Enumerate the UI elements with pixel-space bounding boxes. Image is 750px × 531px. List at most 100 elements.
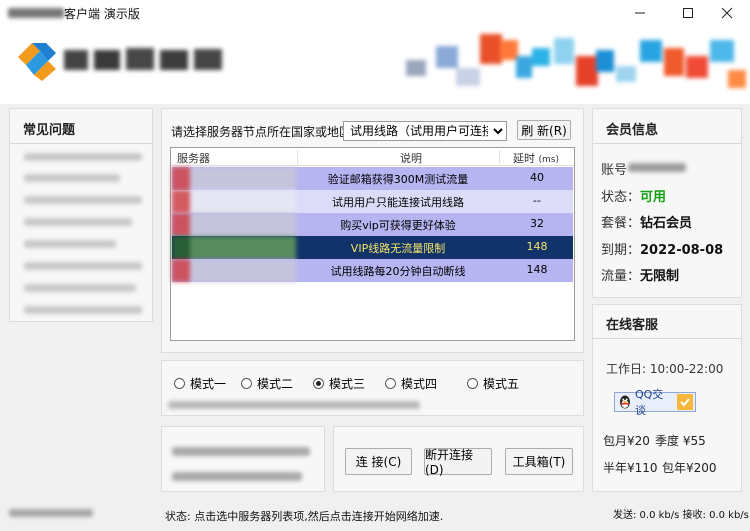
expiry-value: 2022-08-08: [640, 243, 724, 258]
server-latency: --: [533, 194, 541, 207]
member-divider: [593, 143, 741, 144]
table-row[interactable]: VIP线路无流量限制 148: [172, 236, 573, 259]
faq-item[interactable]: [24, 262, 142, 270]
traffic-label: 流量：: [601, 269, 641, 284]
status-label: 状态：: [601, 190, 641, 205]
minimize-button[interactable]: [617, 0, 663, 26]
plan-value: 钻石会员: [640, 216, 693, 231]
window-title: 客户端 演示版: [64, 7, 140, 21]
mode-radio-5[interactable]: 模式五: [467, 375, 519, 392]
account-info-redacted: [172, 472, 302, 481]
status-value: 可用: [640, 190, 667, 205]
column-header-latency: 延时 (ms): [513, 152, 559, 165]
price-yearly: 包年¥200: [662, 461, 717, 475]
maximize-icon: [683, 8, 693, 18]
column-header-desc: 说明: [400, 152, 422, 165]
traffic-rate: 发送: 0.0 kb/s 接收: 0.0 kb/s: [613, 510, 749, 521]
server-table: 服务器 说明 延时 (ms) 验证邮箱获得300M测试流量 40 试用用户只能连接试…: [170, 147, 575, 341]
minimize-icon: [635, 12, 645, 14]
mode-radio-1[interactable]: 模式一: [174, 375, 226, 392]
banner-decoration: [406, 34, 746, 88]
server-description: 试用用户只能连接试用线路: [332, 196, 464, 209]
table-row[interactable]: 验证邮箱获得300M测试流量 40: [172, 167, 573, 190]
server-description: 试用线路每20分钟自动断线: [330, 265, 466, 278]
refresh-button[interactable]: 刷 新(R): [517, 120, 571, 140]
mode-radio-2[interactable]: 模式二: [241, 375, 293, 392]
table-header: 服务器 说明 延时 (ms): [171, 148, 574, 166]
plan-label: 套餐：: [601, 216, 641, 231]
region-prompt: 请选择服务器节点所在国家或地区:: [171, 125, 356, 139]
price-quarterly: 季度 ¥55: [655, 434, 706, 448]
mode-description-redacted: [168, 401, 420, 409]
member-info-title: 会员信息: [606, 123, 659, 138]
brand-name-redacted: [64, 48, 222, 70]
logo-icon: [18, 43, 56, 81]
radio-indicator[interactable]: [385, 378, 396, 389]
server-latency: 148: [526, 263, 548, 276]
app-name-redacted: [8, 8, 64, 18]
close-icon: [721, 7, 733, 19]
check-icon: [677, 394, 693, 410]
table-row[interactable]: 试用用户只能连接试用线路 --: [172, 190, 573, 213]
column-header-server: 服务器: [177, 152, 210, 165]
server-description: 购买vip可获得更好体验: [340, 219, 456, 232]
status-text: 状态: 点击选中服务器列表项,然后点击连接开始网络加速.: [165, 510, 444, 523]
radio-indicator[interactable]: [467, 378, 478, 389]
server-name-redacted: [172, 190, 296, 213]
radio-indicator[interactable]: [241, 378, 252, 389]
server-name-redacted: [172, 167, 296, 190]
version-redacted: [9, 509, 93, 517]
mode-label: 模式一: [190, 377, 227, 391]
faq-item[interactable]: [24, 218, 132, 226]
radio-indicator[interactable]: [174, 378, 185, 389]
mode-label: 模式二: [257, 377, 294, 391]
price-monthly: 包月¥20: [603, 434, 650, 448]
mode-label: 模式三: [329, 377, 366, 391]
server-description: 验证邮箱获得300M测试流量: [327, 173, 469, 186]
table-row[interactable]: 购买vip可获得更好体验 32: [172, 213, 573, 236]
support-divider: [593, 338, 741, 339]
qq-chat-label: QQ交谈: [634, 388, 664, 417]
expiry-row: 到期：2022-08-08: [601, 239, 723, 258]
expiry-label: 到期：: [601, 243, 641, 258]
server-name-redacted: [172, 259, 296, 282]
faq-item[interactable]: [24, 284, 136, 292]
faq-item[interactable]: [24, 153, 142, 161]
mode-radio-3[interactable]: 模式三: [313, 375, 365, 392]
column-divider: [297, 150, 298, 164]
faq-title: 常见问题: [23, 123, 76, 138]
penguin-icon: [619, 395, 630, 409]
traffic-value: 无限制: [640, 269, 680, 284]
faq-item[interactable]: [24, 240, 116, 248]
table-row[interactable]: 试用线路每20分钟自动断线 148: [172, 259, 573, 282]
mode-label: 模式四: [401, 377, 438, 391]
column-divider: [499, 150, 500, 164]
toolbox-button[interactable]: 工具箱(T): [505, 448, 573, 475]
server-name-redacted: [172, 213, 296, 236]
region-select[interactable]: 试用线路（试用用户可连接）: [343, 121, 507, 141]
connect-button[interactable]: 连 接(C): [345, 448, 412, 475]
qq-chat-button[interactable]: QQ交谈: [614, 388, 696, 417]
mode-label: 模式五: [483, 377, 520, 391]
server-description: VIP线路无流量限制: [350, 242, 446, 255]
mode-radio-4[interactable]: 模式四: [385, 375, 437, 392]
faq-divider: [10, 143, 152, 144]
working-hours: 工作日: 10:00-22:00: [606, 362, 724, 376]
account-info-redacted: [172, 447, 310, 456]
server-name-redacted: [172, 236, 296, 259]
faq-item[interactable]: [24, 174, 120, 182]
faq-item[interactable]: [24, 306, 142, 314]
account-summary-panel: [161, 426, 325, 492]
server-latency: 148: [526, 240, 548, 253]
price-half-year: 半年¥110: [603, 461, 658, 475]
server-latency: 32: [530, 217, 544, 230]
plan-row: 套餐：钻石会员: [601, 212, 692, 231]
radio-indicator[interactable]: [313, 378, 324, 389]
account-value-redacted: [628, 163, 686, 172]
disconnect-button[interactable]: 断开连接(D): [424, 448, 492, 477]
account-row: 账号: [601, 159, 627, 178]
account-label: 账号: [601, 163, 628, 178]
close-button[interactable]: [704, 0, 750, 26]
customer-service-title: 在线客服: [606, 318, 659, 333]
faq-item[interactable]: [24, 196, 142, 204]
